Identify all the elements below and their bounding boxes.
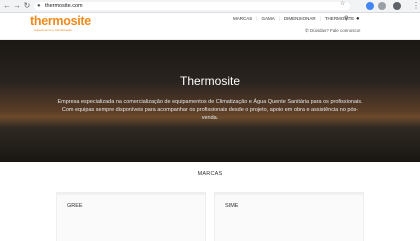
account-icon[interactable]: ●: [356, 15, 360, 23]
brand-card-gree[interactable]: GREE: [56, 192, 206, 241]
hero-title: Thermosite: [179, 74, 241, 88]
nav-separator: |: [256, 16, 258, 21]
nav-separator: |: [319, 16, 321, 21]
nav-item-gama[interactable]: GAMA: [261, 15, 274, 23]
brand-name: SIME: [225, 203, 239, 209]
back-icon[interactable]: ←: [2, 1, 12, 11]
card-divider: [215, 193, 363, 195]
brands-heading: MARCAS: [197, 171, 223, 177]
profile-avatar-icon[interactable]: [393, 2, 401, 10]
reload-icon[interactable]: ↻: [22, 1, 32, 11]
nav-item-dimensionar[interactable]: DIMENSIONAR: [284, 15, 316, 23]
extension-icon[interactable]: [366, 2, 374, 10]
bookmark-star-icon[interactable]: ☆: [340, 0, 345, 8]
logo-tagline: Aquecimento e Climatização: [34, 28, 73, 32]
search-icon[interactable]: ⚲: [344, 15, 348, 23]
contact-text: Dúvidas? Fale connosco!: [310, 28, 361, 33]
browser-toolbar: ← → ↻ ● thermosite.com ☆ ⋮: [0, 0, 420, 13]
contact-link[interactable]: ✆ Dúvidas? Fale connosco!: [305, 28, 361, 34]
nav-separator: |: [278, 16, 280, 21]
site-logo[interactable]: thermosite Aquecimento e Climatização: [30, 14, 91, 36]
hero-description: Empresa especializada na comercialização…: [57, 99, 363, 121]
address-bar[interactable]: ● thermosite.com: [34, 2, 350, 10]
extension-icon[interactable]: [378, 2, 386, 10]
card-divider: [57, 193, 205, 195]
brand-card-sime[interactable]: SIME: [214, 192, 364, 241]
url-text: thermosite.com: [45, 3, 83, 9]
main-navigation: MARCAS | GAMA | DIMENSIONAR | THERMOSITE: [233, 15, 354, 23]
browser-menu-icon[interactable]: ⋮: [412, 1, 420, 11]
nav-item-thermosite[interactable]: THERMOSITE: [325, 15, 355, 23]
hero-banner: Thermosite Empresa especializada na come…: [0, 40, 420, 162]
nav-item-marcas[interactable]: MARCAS: [233, 15, 252, 23]
logo-wordmark: thermosite: [30, 14, 91, 28]
brand-name: GREE: [67, 203, 83, 209]
forward-icon[interactable]: →: [12, 1, 22, 11]
site-info-icon[interactable]: ●: [37, 2, 41, 10]
